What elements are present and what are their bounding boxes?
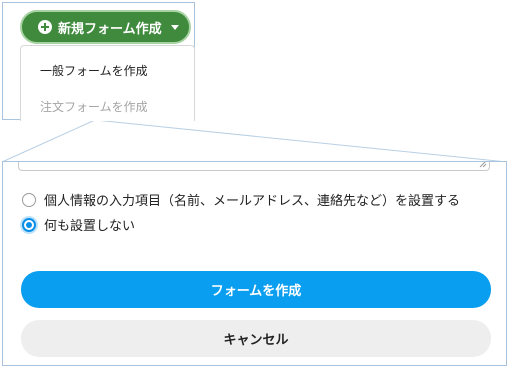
new-form-button[interactable]: 新規フォーム作成 (20, 10, 191, 44)
form-settings-panel: 個人情報の入力項目（名前、メールアドレス、連絡先など）を設置する 何も設置しない… (2, 161, 507, 366)
radio-label-personal-info: 個人情報の入力項目（名前、メールアドレス、連絡先など）を設置する (44, 194, 461, 209)
plus-circle-icon (38, 20, 52, 34)
radio-option-none[interactable]: 何も設置しない (22, 215, 135, 234)
caret-down-icon (170, 24, 179, 30)
cancel-button[interactable]: キャンセル (21, 320, 491, 357)
radio-button[interactable] (22, 192, 36, 207)
radio-button-selected[interactable] (22, 217, 36, 232)
new-form-dropdown-menu: 一般フォームを作成 注文フォームを作成 (20, 45, 195, 121)
menu-item-general-form[interactable]: 一般フォームを作成 (40, 62, 148, 79)
textarea-field[interactable] (18, 161, 490, 171)
menu-item-order-form[interactable]: 注文フォームを作成 (40, 98, 148, 115)
new-form-button-label: 新規フォーム作成 (58, 21, 162, 37)
dropdown-inset: 新規フォーム作成 一般フォームを作成 注文フォームを作成 (2, 2, 195, 121)
radio-option-personal-info[interactable]: 個人情報の入力項目（名前、メールアドレス、連絡先など）を設置する (22, 190, 460, 209)
create-form-button[interactable]: フォームを作成 (21, 271, 491, 308)
radio-label-none: 何も設置しない (44, 219, 136, 234)
resize-handle-icon[interactable] (479, 161, 487, 168)
